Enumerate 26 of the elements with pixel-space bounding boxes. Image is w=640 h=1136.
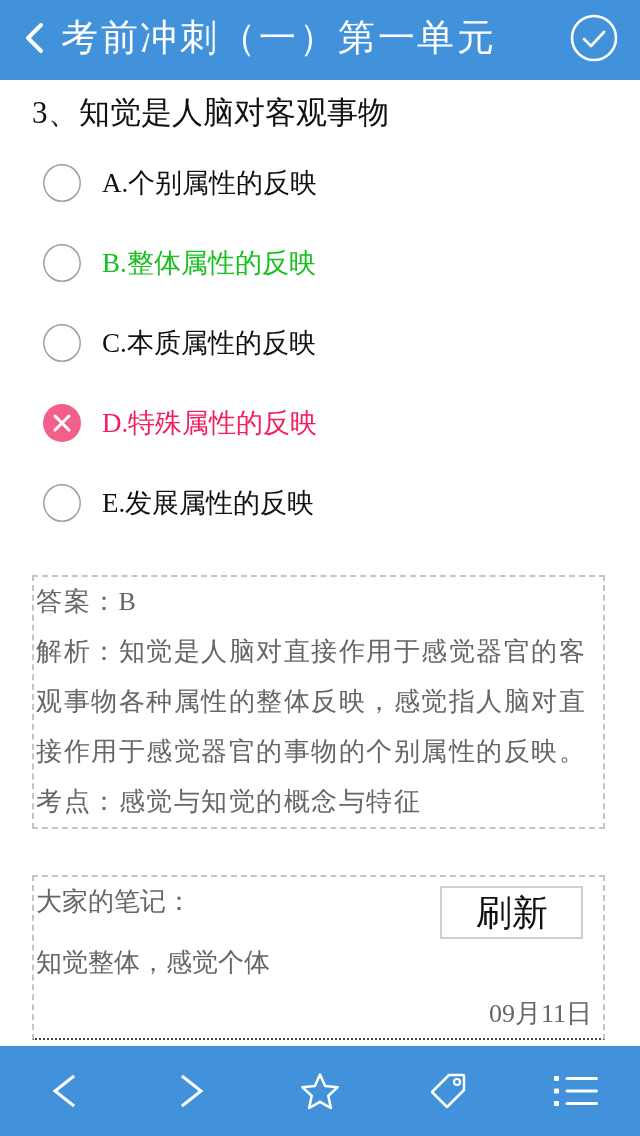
option-text: B.整体属性的反映: [102, 247, 316, 280]
refresh-button[interactable]: 刷新: [440, 886, 583, 939]
answer-text: 答案：B: [36, 586, 139, 618]
chevron-right-icon[interactable]: [180, 1074, 204, 1108]
star-icon[interactable]: [301, 1072, 339, 1110]
radio-button[interactable]: [43, 324, 81, 362]
note-date: 09月11日: [487, 998, 592, 1030]
radio-button[interactable]: [43, 244, 81, 282]
note-text: 知觉整体，感觉个体: [36, 947, 271, 979]
radio-button[interactable]: [43, 404, 81, 442]
radio-button[interactable]: [43, 484, 81, 522]
check-circle-icon[interactable]: [570, 14, 618, 62]
radio-button[interactable]: [43, 164, 81, 202]
analysis-text: 解析：知觉是人脑对直接作用于感觉器官的客观事物各种属性的整体反映，感觉指人脑对直接作用于感觉器官的事物的个别属性的反映。: [36, 636, 587, 768]
question-text: 3、知觉是人脑对客观事物: [32, 94, 390, 132]
back-icon[interactable]: [24, 22, 44, 54]
option-text: E.发展属性的反映: [102, 487, 315, 520]
tag-icon[interactable]: [430, 1073, 466, 1109]
chevron-left-icon[interactable]: [52, 1074, 76, 1108]
option-text: A.个别属性的反映: [102, 167, 318, 200]
page-title: 考前冲刺（一）第一单元: [61, 16, 497, 60]
key-point-text: 考点：感觉与知觉的概念与特征: [36, 786, 422, 818]
notes-title: 大家的笔记：: [36, 887, 192, 917]
option-text: C.本质属性的反映: [102, 327, 316, 360]
list-icon[interactable]: [554, 1076, 598, 1106]
option-text: D.特殊属性的反映: [102, 407, 318, 440]
